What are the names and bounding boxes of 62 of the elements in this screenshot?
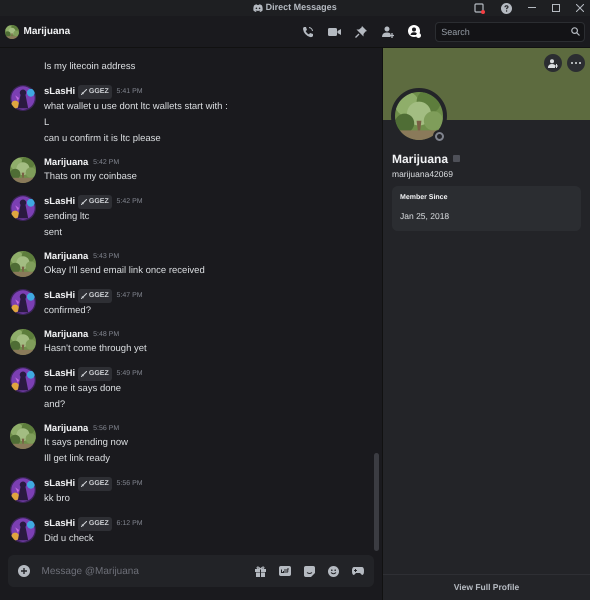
gift-icon[interactable] <box>255 566 266 576</box>
message-text: to me it says done <box>44 382 122 396</box>
search-field[interactable]: Search <box>435 22 586 42</box>
close-icon[interactable] <box>576 4 584 12</box>
author-name[interactable]: sLasHi <box>44 368 76 380</box>
pin-icon[interactable] <box>355 26 368 38</box>
video-camera-icon[interactable] <box>328 26 342 36</box>
message-input[interactable]: Message @Marijuana <box>40 562 246 580</box>
offline-status-icon <box>434 132 444 140</box>
message-text: L <box>44 116 50 130</box>
message-text: kk bro <box>44 492 71 506</box>
sword-icon <box>80 481 87 487</box>
gamepad-icon[interactable] <box>352 566 364 576</box>
app-logo-icon <box>253 4 264 12</box>
add-user-icon[interactable] <box>381 26 394 38</box>
sword-icon <box>80 89 87 95</box>
window-title: Direct Messages <box>266 1 337 14</box>
member-since-date: Jan 25, 2018 <box>400 210 450 223</box>
view-full-profile-link[interactable]: View Full Profile <box>454 581 520 594</box>
sword-icon <box>80 293 87 299</box>
message-text: and? <box>44 398 66 412</box>
profile-name: Marijuana <box>392 151 448 168</box>
sword-icon <box>80 521 87 527</box>
message-text: Is my litecoin address <box>44 60 136 74</box>
sword-icon <box>80 371 87 377</box>
inbox-icon[interactable] <box>474 2 485 14</box>
phone-icon[interactable] <box>302 26 314 38</box>
message-text: confirmed? <box>44 304 92 318</box>
author-name[interactable]: sLasHi <box>44 518 76 530</box>
maximize-icon[interactable] <box>552 4 560 12</box>
message-text: sending ltc <box>44 210 90 224</box>
sticker-icon[interactable] <box>304 566 315 576</box>
help-icon[interactable] <box>501 2 512 14</box>
author-name[interactable]: Marijuana <box>44 329 88 341</box>
author-name[interactable]: sLasHi <box>44 290 76 302</box>
scrollbar[interactable] <box>374 453 379 551</box>
author-name[interactable]: sLasHi <box>44 86 76 98</box>
message-text: sent <box>44 226 63 240</box>
message-text: It says pending now <box>44 436 128 450</box>
emoji-icon[interactable] <box>328 566 339 576</box>
user-profile-icon[interactable] <box>408 25 422 38</box>
sword-icon <box>80 199 87 205</box>
message-text: Thats on my coinbase <box>44 170 137 184</box>
gif-icon[interactable] <box>279 566 291 576</box>
author-name[interactable]: sLasHi <box>44 196 76 208</box>
message-text: Did u check <box>44 532 95 546</box>
message-text: Okay I'll send email link once received <box>44 264 205 278</box>
plus-icon[interactable] <box>18 565 30 577</box>
message-field[interactable]: Message @Marijuana <box>8 555 374 587</box>
profile-username: marijuana42069 <box>392 168 454 181</box>
author-name[interactable]: sLasHi <box>44 478 76 490</box>
message-text: can u confirm it is ltc please <box>44 132 162 146</box>
author-name[interactable]: Marijuana <box>44 251 88 263</box>
message-text: what wallet u use dont ltc wallets start with : <box>44 100 228 114</box>
author-name[interactable]: Marijuana <box>44 423 88 435</box>
author-name[interactable]: Marijuana <box>44 157 88 169</box>
message-text: Hasn't come through yet <box>44 342 147 356</box>
minimize-icon[interactable] <box>528 7 536 9</box>
add-user-icon <box>548 58 558 68</box>
channel-title: Marijuana <box>24 25 70 39</box>
message-text: Ill get link ready <box>44 452 112 466</box>
search-icon <box>571 27 580 36</box>
